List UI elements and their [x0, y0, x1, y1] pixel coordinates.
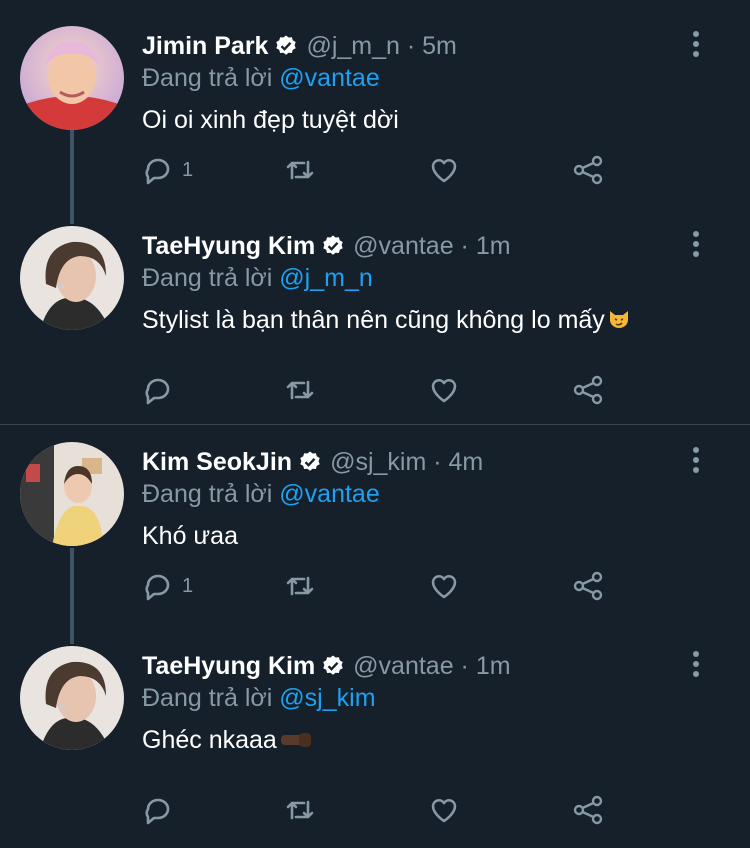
- replying-prefix: Đang trả lời: [142, 480, 273, 508]
- more-vertical-icon[interactable]: [686, 444, 706, 476]
- avatar[interactable]: [20, 442, 124, 546]
- reply-count: 1: [182, 158, 194, 181]
- retweet-icon: [286, 576, 314, 596]
- reply-icon: [145, 158, 170, 185]
- display-name[interactable]: TaeHyung Kim: [142, 232, 315, 261]
- like-button[interactable]: [428, 566, 460, 606]
- retweet-icon: [286, 160, 314, 180]
- reply-count: 1: [182, 574, 194, 597]
- replying-prefix: Đang trả lời: [142, 684, 273, 712]
- heart-icon: [431, 799, 457, 823]
- section-divider: [0, 424, 750, 425]
- share-icon: [573, 155, 603, 185]
- like-button[interactable]: [428, 370, 460, 410]
- tweet-text-body: Stylist là bạn thân nên cũng không lo mấ…: [142, 306, 605, 334]
- replying-prefix: Đang trả lời: [142, 264, 273, 292]
- mention-link[interactable]: @sj_kim: [279, 684, 375, 712]
- tweet-actions: [0, 790, 750, 830]
- share-button[interactable]: [572, 150, 604, 190]
- heart-icon: [431, 159, 457, 183]
- reply-feed: Jimin Park @j_m_n · 5m Đang trả lời @van…: [0, 0, 750, 848]
- handle-and-time[interactable]: @sj_kim · 4m: [330, 448, 483, 477]
- reply-button[interactable]: 1: [142, 150, 193, 190]
- verified-badge-icon: [298, 450, 322, 474]
- more-vertical-icon[interactable]: [686, 648, 706, 680]
- tweet-text: Khó ưaa: [142, 522, 238, 550]
- avatar[interactable]: [20, 226, 124, 330]
- replying-to: Đang trả lời @j_m_n: [142, 264, 373, 293]
- verified-badge-icon: [274, 34, 298, 58]
- tweet-text: Stylist là bạn thân nên cũng không lo mấ…: [142, 306, 631, 338]
- more-vertical-icon[interactable]: [686, 28, 706, 60]
- smirking-cat-emoji: [607, 307, 631, 338]
- like-button[interactable]: [428, 150, 460, 190]
- mention-link[interactable]: @j_m_n: [279, 264, 372, 292]
- tweet-text: Ghéc nkaaa: [142, 726, 313, 758]
- reply-icon: [145, 378, 170, 405]
- share-icon: [573, 571, 603, 601]
- handle-and-time[interactable]: @j_m_n · 5m: [306, 32, 456, 61]
- fist-bump-emoji: [279, 727, 313, 758]
- retweet-button[interactable]: [284, 370, 316, 410]
- share-button[interactable]: [572, 566, 604, 606]
- reply-button[interactable]: [142, 370, 174, 410]
- tweet-actions: 1: [0, 150, 750, 190]
- display-name[interactable]: TaeHyung Kim: [142, 652, 315, 681]
- reply-icon: [145, 798, 170, 825]
- share-button[interactable]: [572, 790, 604, 830]
- share-icon: [573, 375, 603, 405]
- reply-button[interactable]: 1: [142, 566, 193, 606]
- retweet-button[interactable]: [284, 150, 316, 190]
- replying-prefix: Đang trả lời: [142, 64, 273, 92]
- share-icon: [573, 795, 603, 825]
- mention-link[interactable]: @vantae: [279, 64, 379, 92]
- retweet-icon: [286, 800, 314, 820]
- handle-and-time[interactable]: @vantae · 1m: [353, 652, 510, 681]
- heart-icon: [431, 575, 457, 599]
- verified-badge-icon: [321, 234, 345, 258]
- handle-and-time[interactable]: @vantae · 1m: [353, 232, 510, 261]
- like-button[interactable]: [428, 790, 460, 830]
- tweet-actions: [0, 370, 750, 410]
- display-name[interactable]: Kim SeokJin: [142, 448, 292, 477]
- avatar[interactable]: [20, 646, 124, 750]
- retweet-button[interactable]: [284, 566, 316, 606]
- reply-icon: [145, 574, 170, 601]
- tweet-text-body: Ghéc nkaaa: [142, 726, 277, 754]
- reply-button[interactable]: [142, 790, 174, 830]
- replying-to: Đang trả lời @vantae: [142, 480, 380, 509]
- more-vertical-icon[interactable]: [686, 228, 706, 260]
- retweet-icon: [286, 380, 314, 400]
- retweet-button[interactable]: [284, 790, 316, 830]
- tweet-actions: 1: [0, 566, 750, 606]
- replying-to: Đang trả lời @sj_kim: [142, 684, 376, 713]
- tweet-text: Oi oi xinh đẹp tuyệt dời: [142, 106, 399, 134]
- mention-link[interactable]: @vantae: [279, 480, 379, 508]
- display-name[interactable]: Jimin Park: [142, 32, 268, 61]
- share-button[interactable]: [572, 370, 604, 410]
- verified-badge-icon: [321, 654, 345, 678]
- replying-to: Đang trả lời @vantae: [142, 64, 380, 93]
- avatar[interactable]: [20, 26, 124, 130]
- heart-icon: [431, 379, 457, 403]
